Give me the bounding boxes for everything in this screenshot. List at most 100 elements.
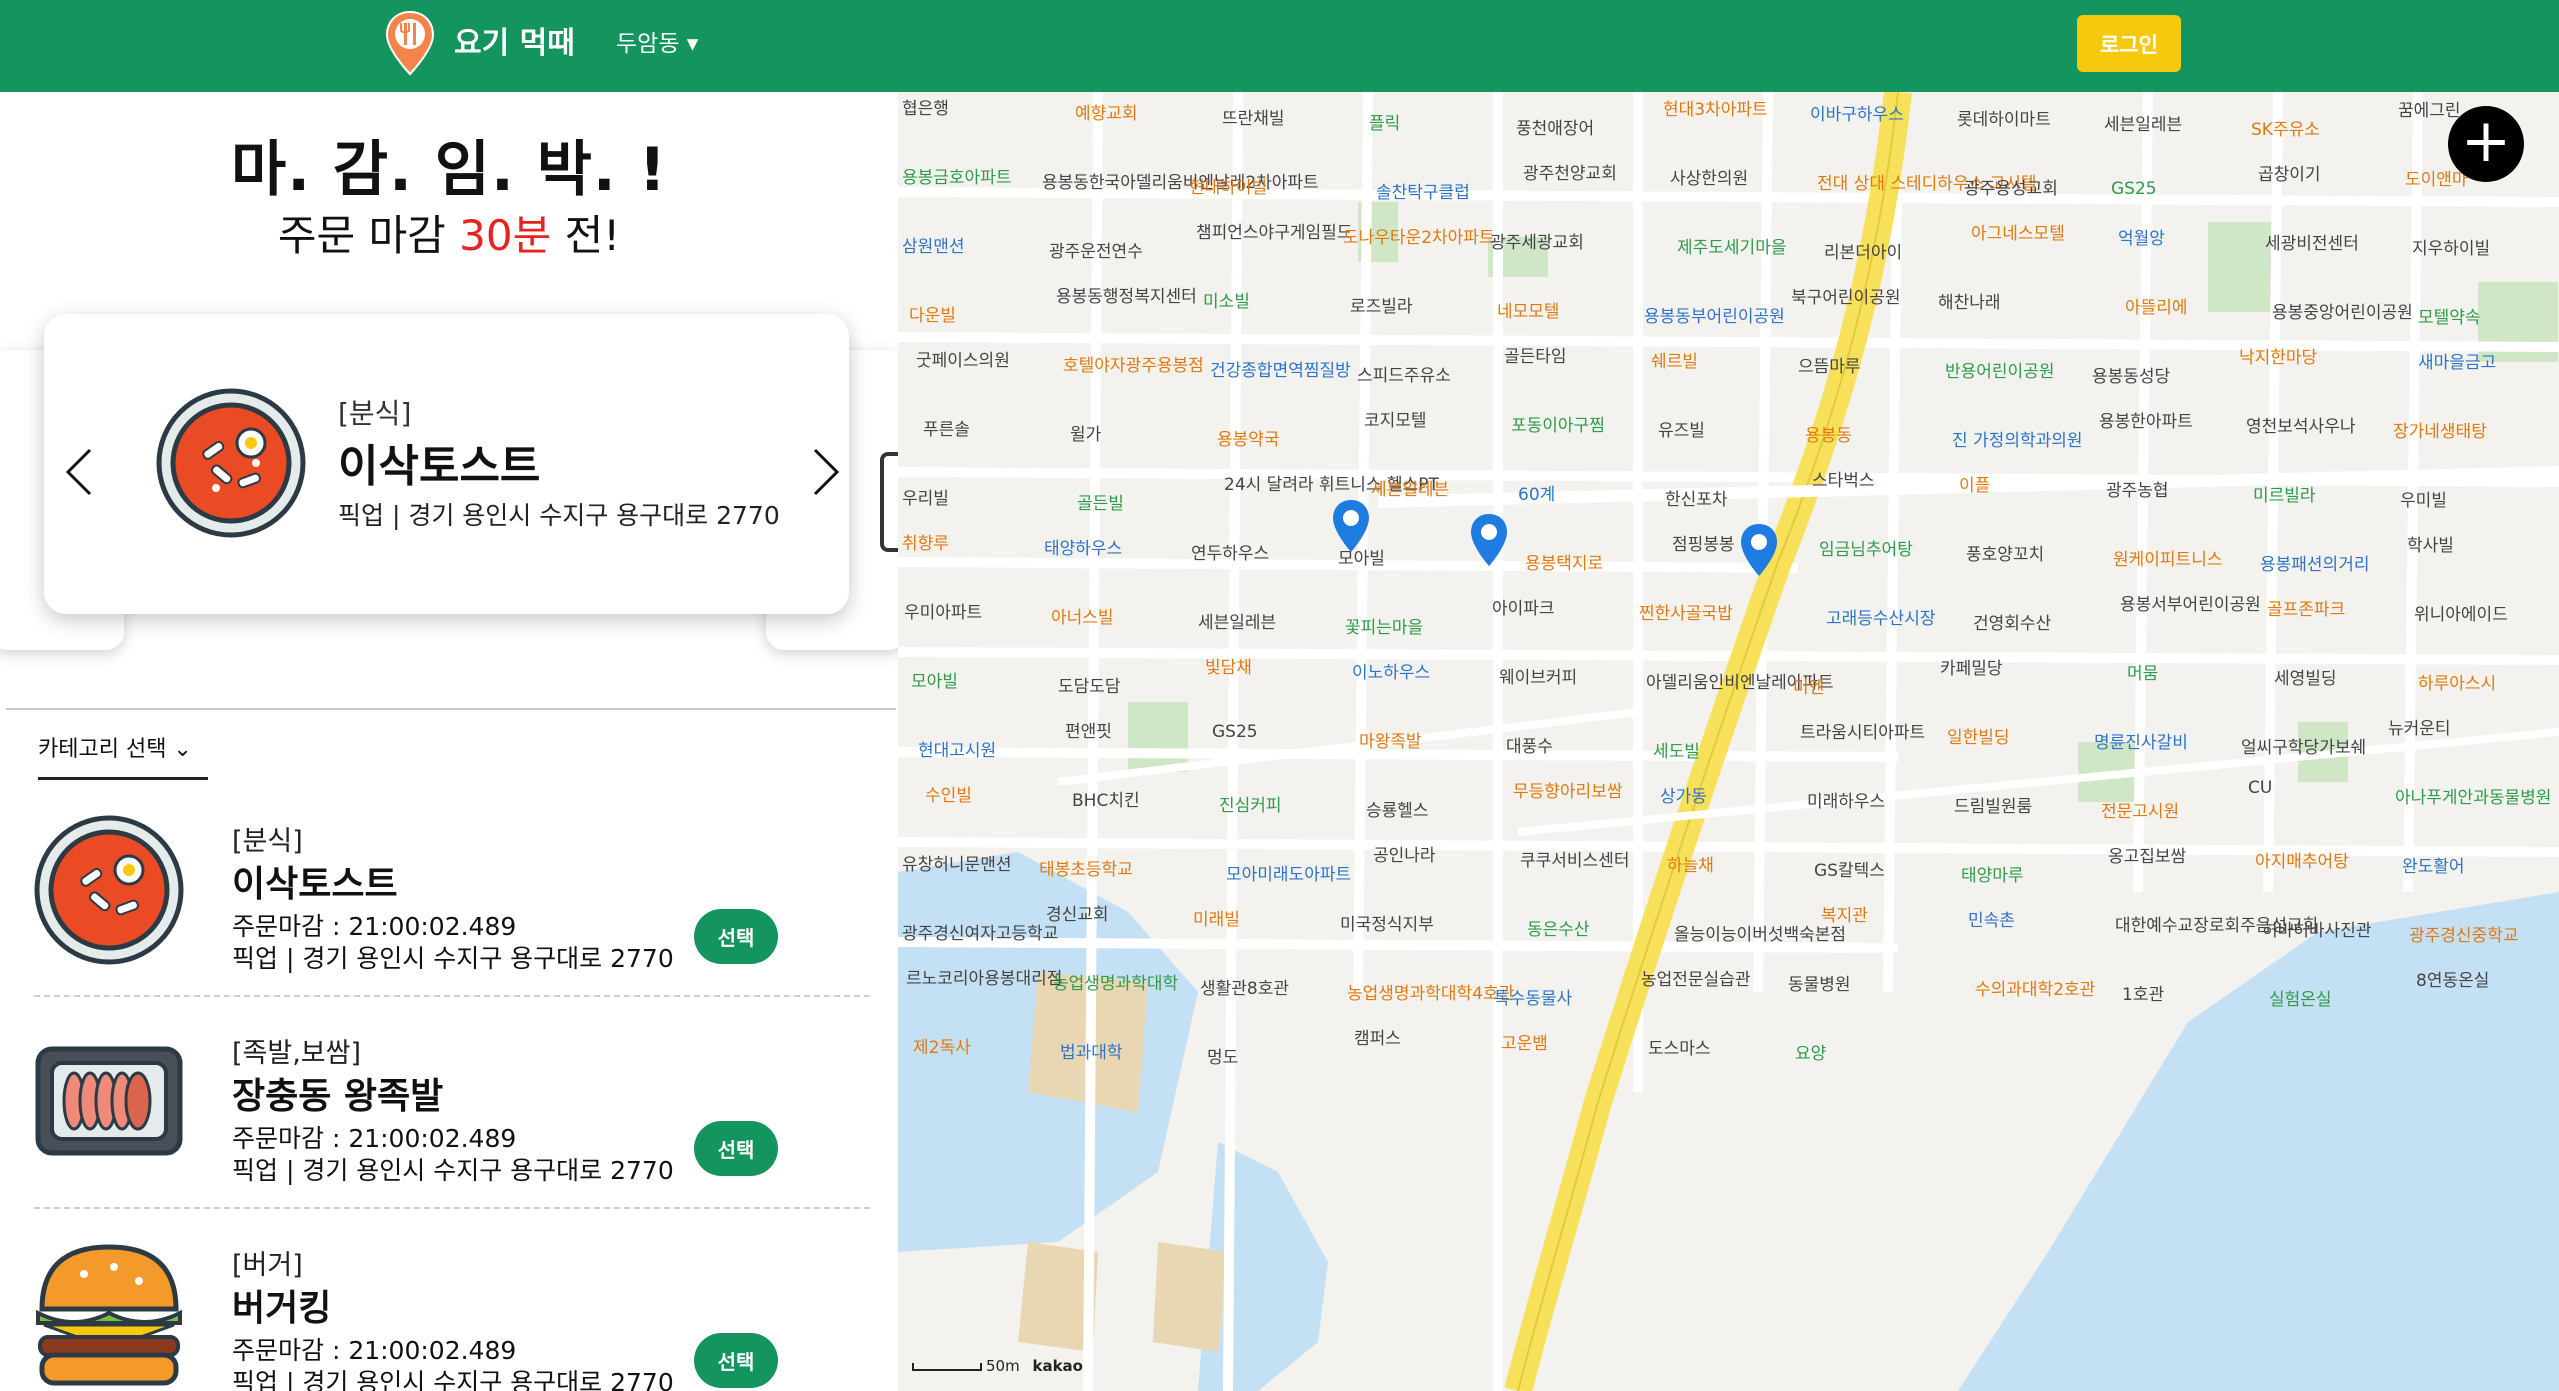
map-poi-label[interactable]: 하늘채 xyxy=(1667,851,1714,876)
region-dropdown[interactable]: 두암동 ▾ xyxy=(616,24,698,64)
map-poi-label[interactable]: 특수동물사 xyxy=(1494,984,1572,1009)
map-poi-label[interactable]: 원케이피트니스 xyxy=(2113,545,2222,570)
map-poi-label[interactable]: 머뭄 xyxy=(2127,659,2158,684)
map-poi-label[interactable]: 세도빌 xyxy=(1653,737,1700,762)
map-poi-label[interactable]: 이바구하우스 xyxy=(1810,100,1904,125)
map-poi-label[interactable]: 호텔야자광주용봉점 xyxy=(1063,351,1204,376)
map-poi-label[interactable]: 광주용성교회 xyxy=(1964,174,2058,199)
map-poi-label[interactable]: 네모모텔 xyxy=(1497,297,1560,322)
map-poi-label[interactable]: 용봉금호아파트 xyxy=(902,163,1011,188)
map-poi-label[interactable]: 취향루 xyxy=(902,529,949,554)
map-poi-label[interactable]: 상가동 xyxy=(1660,782,1707,807)
map-poi-label[interactable]: 하루아스시 xyxy=(2418,669,2496,694)
map-poi-label[interactable]: 푸른솔 xyxy=(923,415,970,440)
map-poi-label[interactable]: 코지모텔 xyxy=(1364,406,1427,431)
map-poi-label[interactable]: 용봉서부어린이공원 xyxy=(2120,590,2261,615)
map-poi-label[interactable]: 세븐일레븐 xyxy=(2104,110,2182,135)
map-poi-label[interactable]: 미래하우스 xyxy=(1807,787,1885,812)
map-poi-label[interactable]: 8연동온실 xyxy=(2416,966,2489,991)
map-poi-label[interactable]: 으뜸마루 xyxy=(1798,352,1861,377)
map-poi-label[interactable]: 골프존파크 xyxy=(2267,595,2345,620)
map-poi-label[interactable]: 곱창이기 xyxy=(2258,160,2321,185)
carousel-prev-arrow-icon[interactable] xyxy=(52,442,112,502)
map-poi-label[interactable]: 미엔 xyxy=(1793,673,1824,698)
map-poi-label[interactable]: 윌가 xyxy=(1070,420,1101,445)
store-location-pin-icon[interactable] xyxy=(1468,512,1510,568)
map-poi-label[interactable]: 골든빌 xyxy=(1077,489,1124,514)
map-poi-label[interactable]: 학사빌 xyxy=(2407,531,2454,556)
map-poi-label[interactable]: 수의과대학2호관 xyxy=(1975,975,2095,1000)
map-poi-label[interactable]: 사상한의원 xyxy=(1670,164,1748,189)
select-button[interactable]: 선택 xyxy=(694,1121,778,1176)
map-poi-label[interactable]: 세븐일레븐 xyxy=(1198,608,1276,633)
map-poi-label[interactable]: 플릭 xyxy=(1369,109,1400,134)
map-poi-label[interactable]: BHC치킨 xyxy=(1072,786,1140,811)
map-poi-label[interactable]: CU xyxy=(2248,778,2272,798)
map-poi-label[interactable]: 연두하우스 xyxy=(1191,539,1269,564)
map-poi-label[interactable]: 스피드주유소 xyxy=(1357,361,1451,386)
category-select-dropdown[interactable]: 카테고리 선택 ⌄ xyxy=(38,732,208,780)
map-poi-label[interactable]: 현대고시원 xyxy=(918,736,996,761)
map-poi-label[interactable]: 편앤핏 xyxy=(1065,717,1112,742)
map-poi-label[interactable]: 로즈빌라 xyxy=(1350,292,1413,317)
map-poi-label[interactable]: 용봉패션의거리 xyxy=(2260,550,2369,575)
map-poi-label[interactable]: 롯데하이마트 xyxy=(1957,105,2051,130)
map-poi-label[interactable]: 광주세광교회 xyxy=(1490,228,1584,253)
map-poi-label[interactable]: 수인빌 xyxy=(925,781,972,806)
map-poi-label[interactable]: 완도활어 xyxy=(2402,852,2465,877)
map-poi-label[interactable]: 승룡헬스 xyxy=(1366,796,1429,821)
map-poi-label[interactable]: 아이파크 xyxy=(1492,594,1555,619)
map-poi-label[interactable]: 광주경신여자고등학교 xyxy=(902,919,1058,944)
map-poi-label[interactable]: 쉐르빌 xyxy=(1651,347,1698,372)
map-view[interactable]: 협은행 예향교회 뜨란채빌 플릭 풍천애장어 현대3차아파트 이바구하우스 롯데하이마트 세븐일… xyxy=(898,92,2559,1391)
map-poi-label[interactable]: 명륜진사갈비 xyxy=(2094,728,2188,753)
map-poi-label[interactable]: GS25 xyxy=(1212,722,1258,742)
map-poi-label[interactable]: 미소빌 xyxy=(1203,287,1250,312)
map-poi-label[interactable]: 지우하이빌 xyxy=(2412,234,2490,259)
map-poi-label[interactable]: 골든타임 xyxy=(1504,342,1567,367)
location-pin-logo-icon[interactable] xyxy=(384,10,436,76)
map-poi-label[interactable]: 1호관 xyxy=(2122,980,2164,1005)
select-button[interactable]: 선택 xyxy=(694,909,778,964)
map-poi-label[interactable]: 미르빌라 xyxy=(2253,481,2316,506)
map-poi-label[interactable]: 풍호양꼬치 xyxy=(1966,540,2044,565)
map-poi-label[interactable]: 캠퍼스 xyxy=(1354,1024,1401,1049)
map-poi-label[interactable]: 르노코리아용봉대리점 xyxy=(906,964,1062,989)
map-poi-label[interactable]: 복지관 xyxy=(1821,901,1868,926)
map-poi-label[interactable]: 찐한사골국밥 xyxy=(1639,599,1733,624)
map-poi-label[interactable]: 법과대학 xyxy=(1060,1038,1123,1063)
map-poi-label[interactable]: 세광비전센터 xyxy=(2265,229,2359,254)
map-poi-label[interactable]: 우미아파트 xyxy=(904,598,982,623)
map-poi-label[interactable]: 예향교회 xyxy=(1075,99,1138,124)
map-poi-label[interactable]: 진 가정의학과의원 xyxy=(1952,426,2083,451)
map-poi-label[interactable]: GS칼텍스 xyxy=(1814,856,1885,881)
map-poi-label[interactable]: 진심커피 xyxy=(1219,791,1282,816)
map-poi-label[interactable]: 북구어린이공원 xyxy=(1791,283,1900,308)
map-poi-label[interactable]: 트라움시티아파트 xyxy=(1800,718,1925,743)
map-poi-label[interactable]: 스타벅스 xyxy=(1812,466,1875,491)
map-poi-label[interactable]: 일한빌딩 xyxy=(1947,723,2010,748)
map-poi-label[interactable]: 굿페이스의원 xyxy=(916,346,1010,371)
store-list-item[interactable]: [버거] 버거킹 주문마감 : 21:00:02.489 픽업 | 경기 용인시… xyxy=(34,1239,870,1391)
map-poi-label[interactable]: 아뜰리에 xyxy=(2125,293,2188,318)
map-poi-label[interactable]: 광주농협 xyxy=(2106,476,2169,501)
map-poi-label[interactable]: 이노하우스 xyxy=(1352,658,1430,683)
map-poi-label[interactable]: 태봉초등학교 xyxy=(1039,855,1133,880)
map-poi-label[interactable]: 점핑봉봉 xyxy=(1672,530,1735,555)
map-poi-label[interactable]: 삼원맨션 xyxy=(902,232,965,257)
map-poi-label[interactable]: 공인나라 xyxy=(1373,841,1436,866)
map-poi-label[interactable]: 모텔약속 xyxy=(2418,303,2481,328)
map-poi-label[interactable]: 풍천애장어 xyxy=(1516,114,1594,139)
map-poi-label[interactable]: 꽃피는마을 xyxy=(1345,613,1423,638)
map-poi-label[interactable]: 아너스빌 xyxy=(1051,603,1114,628)
add-store-button[interactable]: + xyxy=(2448,106,2524,182)
map-poi-label[interactable]: 대풍수 xyxy=(1506,732,1553,757)
map-poi-label[interactable]: 용봉동성당 xyxy=(2092,362,2170,387)
map-poi-label[interactable]: 미래빌 xyxy=(1193,905,1240,930)
map-poi-label[interactable]: 아지매추어탕 xyxy=(2255,847,2349,872)
map-poi-label[interactable]: SK주유소 xyxy=(2251,115,2320,140)
map-poi-label[interactable]: 한신포차 xyxy=(1665,485,1728,510)
map-poi-label[interactable]: 용봉한아파트 xyxy=(2099,407,2193,432)
map-poi-label[interactable]: 솔찬탁구클럽 xyxy=(1376,178,1470,203)
map-poi-label[interactable]: 동물병원 xyxy=(1788,970,1851,995)
